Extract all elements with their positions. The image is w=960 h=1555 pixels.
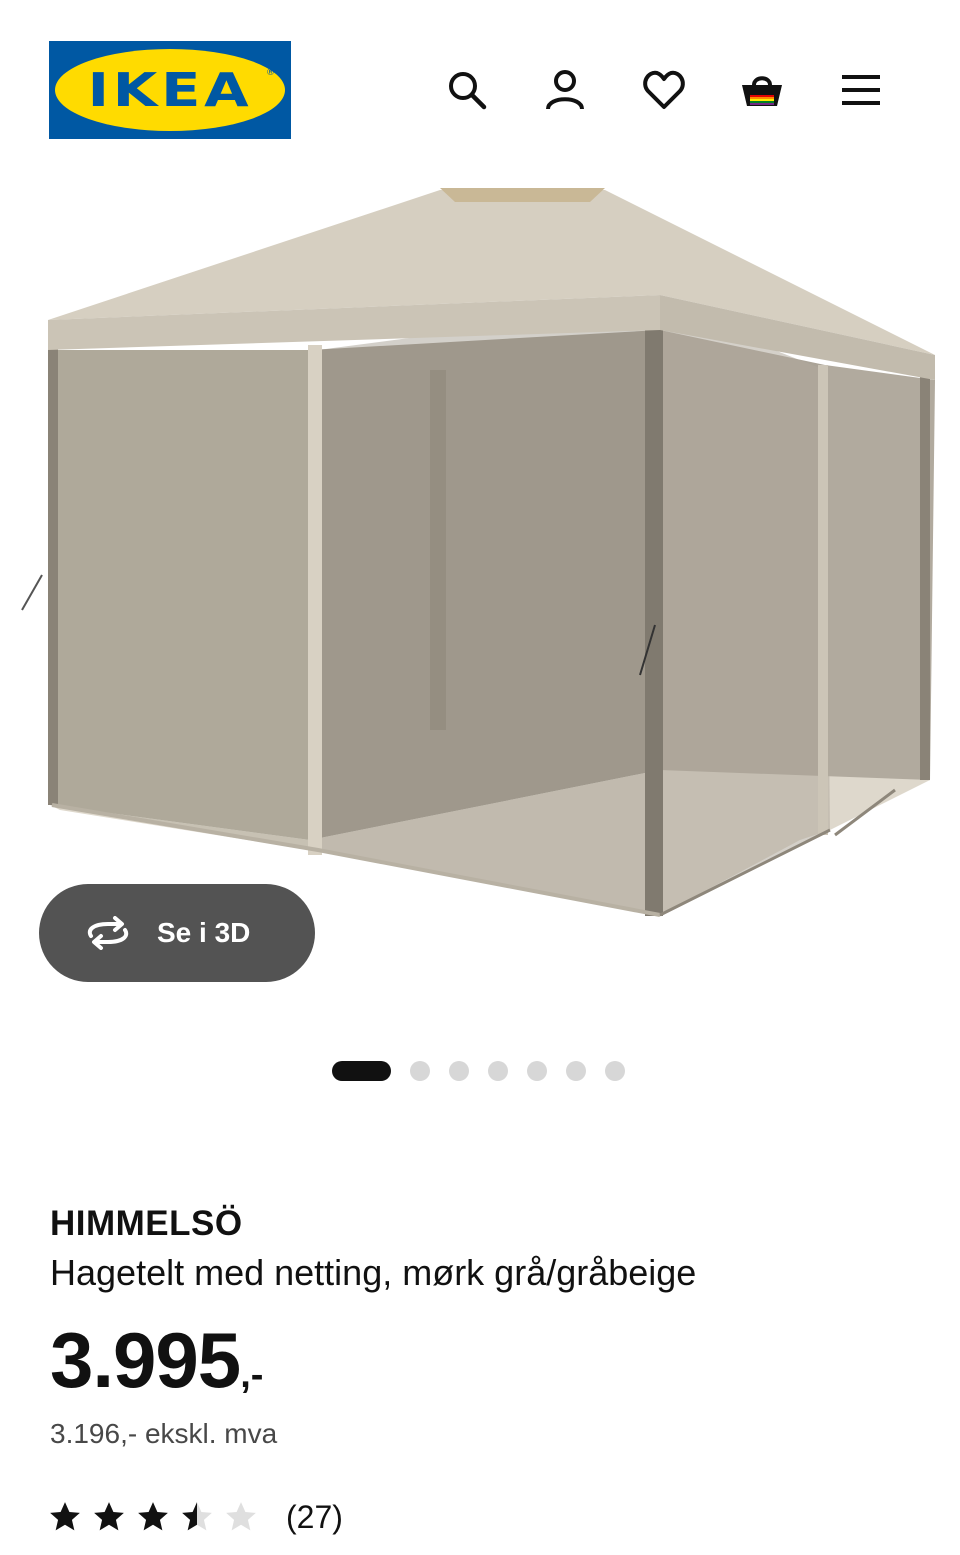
basket-icon[interactable]	[738, 66, 786, 114]
star-half-icon	[182, 1502, 212, 1531]
carousel-dot[interactable]	[566, 1061, 586, 1081]
account-icon[interactable]	[541, 66, 589, 114]
star-icon	[94, 1502, 124, 1531]
carousel-dot[interactable]	[527, 1061, 547, 1081]
rotate-3d-icon	[87, 916, 129, 950]
carousel-dot[interactable]	[410, 1061, 430, 1081]
carousel-indicators	[332, 1060, 625, 1082]
carousel-dot[interactable]	[449, 1061, 469, 1081]
product-description: Hagetelt med netting, mørk grå/gråbeige	[50, 1252, 697, 1293]
price-main: 3.995	[50, 1316, 241, 1404]
carousel-dot-active[interactable]	[332, 1061, 391, 1081]
menu-icon[interactable]	[837, 66, 885, 114]
price-suffix: ,-	[240, 1354, 264, 1396]
carousel-dot[interactable]	[488, 1061, 508, 1081]
view-3d-button[interactable]: Se i 3D	[39, 884, 315, 982]
product-price: 3.995,-	[50, 1315, 263, 1406]
rating-count: (27)	[286, 1498, 343, 1535]
logo-text: IKEA	[87, 63, 253, 117]
star-empty-icon	[226, 1502, 256, 1531]
ikea-logo[interactable]: IKEA ®	[49, 41, 291, 139]
heart-icon[interactable]	[640, 66, 688, 114]
logo-registered-mark: ®	[266, 68, 275, 78]
carousel-dot[interactable]	[605, 1061, 625, 1081]
price-excl-vat: 3.196,- ekskl. mva	[50, 1418, 278, 1449]
rating-summary[interactable]: (27)	[48, 1495, 343, 1539]
search-icon[interactable]	[443, 66, 491, 114]
product-brand: HIMMELSÖ	[50, 1204, 243, 1243]
star-icon	[50, 1502, 80, 1531]
site-header: IKEA ®	[0, 0, 960, 150]
star-icon	[138, 1502, 168, 1531]
view-3d-label: Se i 3D	[157, 917, 251, 948]
